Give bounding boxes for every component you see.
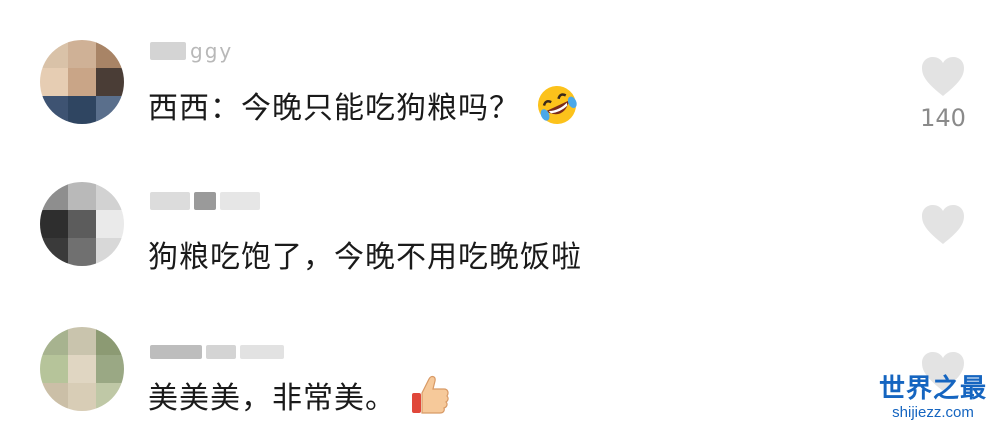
like-button[interactable]: 140 (914, 56, 972, 132)
like-count: 140 (920, 104, 966, 132)
heart-icon (922, 205, 964, 244)
heart-icon (922, 57, 964, 96)
comment-item: 美美美，非常美。 (0, 295, 1000, 435)
username[interactable] (150, 339, 290, 365)
comment-text-row: 美美美，非常美。 (148, 373, 450, 417)
avatar[interactable] (40, 327, 124, 411)
like-button[interactable] (914, 204, 972, 252)
thumbs-up-icon (410, 373, 450, 417)
comment-text: 狗粮吃饱了，今晚不用吃晚饭啦 (148, 240, 582, 275)
username[interactable]: ggy (150, 38, 290, 64)
site-watermark: 世界之最 shijiezz.com (868, 374, 998, 422)
avatar[interactable] (40, 40, 124, 124)
watermark-url: shijiezz.com (892, 404, 974, 421)
comment-text: 美美美，非常美。 (148, 381, 396, 416)
comment-text: 西西：今晚只能吃狗粮吗？ (148, 91, 520, 126)
comment-item: ggy 西西：今晚只能吃狗粮吗？ 140 (0, 0, 1000, 140)
comment-text-row: 狗粮吃饱了，今晚不用吃晚饭啦 (148, 232, 582, 276)
rolling-on-floor-laughing-icon (534, 82, 580, 128)
comment-item: 狗粮吃饱了，今晚不用吃晚饭啦 (0, 140, 1000, 280)
watermark-title: 世界之最 (878, 374, 987, 404)
username[interactable] (150, 188, 290, 214)
comment-text-row: 西西：今晚只能吃狗粮吗？ (148, 82, 580, 128)
username-text: ggy (190, 39, 234, 63)
avatar[interactable] (40, 182, 124, 266)
